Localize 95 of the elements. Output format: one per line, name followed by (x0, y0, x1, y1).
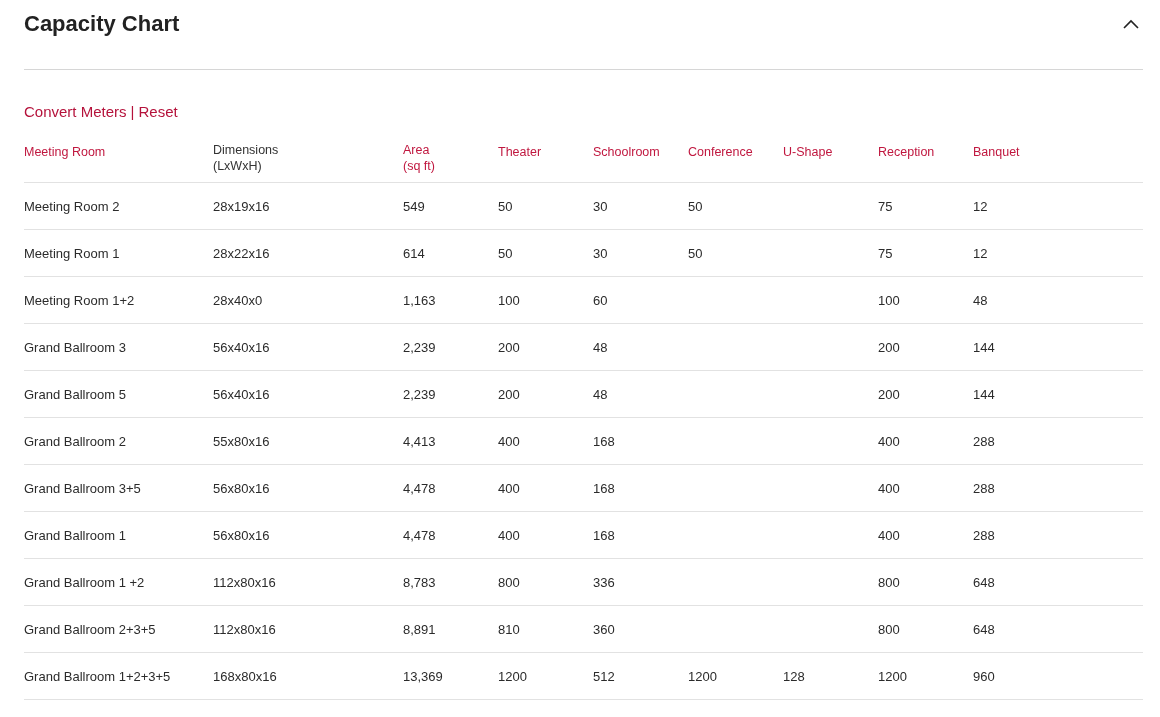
table-cell: 168x80x16 (213, 668, 277, 684)
table-cell: 28x40x0 (213, 292, 263, 308)
table-cell: 12 (973, 198, 988, 214)
table-cell: 60 (593, 292, 608, 308)
table-cell: 48 (593, 386, 608, 402)
table-cell: Meeting Room 2 (24, 198, 120, 214)
link-separator: | (130, 103, 135, 120)
table-cell: 100 (498, 292, 520, 308)
table-cell: 200 (498, 339, 520, 355)
table-cell: 200 (878, 339, 900, 355)
column-header[interactable]: Area (sq ft) (403, 142, 435, 174)
column-header[interactable]: U-Shape (783, 144, 833, 160)
column-header[interactable]: Reception (878, 144, 935, 160)
table-cell: 400 (878, 480, 900, 496)
table-cell: Grand Ballroom 2+3+5 (24, 621, 156, 637)
table-cell: 360 (593, 621, 615, 637)
table-cell: 75 (878, 198, 893, 214)
table-cell: 168 (593, 480, 615, 496)
table-cell: 2,239 (403, 386, 436, 402)
table-cell: 512 (593, 668, 615, 684)
table-cell: 128 (783, 668, 805, 684)
table-cell: 1,163 (403, 292, 436, 308)
table-cell: 4,413 (403, 433, 436, 449)
table-cell: Grand Ballroom 2 (24, 433, 126, 449)
table-cell: 1200 (688, 668, 717, 684)
table-cell: 1200 (878, 668, 907, 684)
table-cell: 200 (878, 386, 900, 402)
table-cell: 30 (593, 198, 608, 214)
table-cell: 168 (593, 433, 615, 449)
table-cell: Grand Ballroom 3+5 (24, 480, 141, 496)
table-cell: 48 (593, 339, 608, 355)
table-cell: 400 (498, 433, 520, 449)
table-cell: Grand Ballroom 1 (24, 527, 126, 543)
table-cell: 960 (973, 668, 995, 684)
table-cell: 810 (498, 621, 520, 637)
table-cell: 100 (878, 292, 900, 308)
table-cell: 800 (878, 621, 900, 637)
table-cell: Grand Ballroom 1 +2 (24, 574, 145, 590)
column-header[interactable]: Conference (688, 144, 753, 160)
table-cell: 400 (878, 527, 900, 543)
table-cell: 56x40x16 (213, 339, 270, 355)
table-cell: 144 (973, 386, 995, 402)
table-cell: 112x80x16 (213, 621, 276, 637)
table-cell: 12 (973, 245, 988, 261)
table-cell: 168 (593, 527, 615, 543)
table-cell: 648 (973, 574, 995, 590)
table-cell: 549 (403, 198, 425, 214)
table-cell: 800 (498, 574, 520, 590)
table-cell: 30 (593, 245, 608, 261)
table-cell: Grand Ballroom 3 (24, 339, 126, 355)
convert-meters-link[interactable]: Convert Meters (24, 103, 127, 120)
column-header[interactable]: Theater (498, 144, 542, 160)
table-cell: 13,369 (403, 668, 443, 684)
table-cell: 648 (973, 621, 995, 637)
table-cell: 8,783 (403, 574, 436, 590)
column-header[interactable]: Meeting Room (24, 144, 106, 160)
table-cell: 400 (878, 433, 900, 449)
table-cell: 400 (498, 527, 520, 543)
table-cell: 288 (973, 433, 995, 449)
table-cell: 56x40x16 (213, 386, 270, 402)
section-title: Capacity Chart (24, 11, 180, 37)
table-cell: 800 (878, 574, 900, 590)
table-cell: 4,478 (403, 480, 436, 496)
column-header[interactable]: Banquet (973, 144, 1020, 160)
table-cell: Meeting Room 1 (24, 245, 120, 261)
table-cell: 4,478 (403, 527, 436, 543)
table-cell: 8,891 (403, 621, 436, 637)
collapse-chevron-icon[interactable] (1123, 19, 1139, 29)
table-cell: 288 (973, 527, 995, 543)
table-cell: 50 (498, 245, 513, 261)
column-header[interactable]: Schoolroom (593, 144, 660, 160)
table-cell: 48 (973, 292, 988, 308)
table-cell: 200 (498, 386, 520, 402)
table-cell: Meeting Room 1+2 (24, 292, 135, 308)
table-cell: 28x19x16 (213, 198, 270, 214)
table-cell: 144 (973, 339, 995, 355)
table-cell: 112x80x16 (213, 574, 276, 590)
table-cell: 50 (688, 198, 703, 214)
table-cell: Grand Ballroom 1+2+3+5 (24, 668, 171, 684)
table-cell: 28x22x16 (213, 245, 270, 261)
table-cell: 50 (498, 198, 513, 214)
table-cell: 50 (688, 245, 703, 261)
table-cell: 400 (498, 480, 520, 496)
table-cell: 288 (973, 480, 995, 496)
table-cell: 2,239 (403, 339, 436, 355)
table-cell: 56x80x16 (213, 480, 270, 496)
column-header: Dimensions (LxWxH) (213, 142, 279, 174)
table-cell: Grand Ballroom 5 (24, 386, 126, 402)
table-cell: 55x80x16 (213, 433, 270, 449)
table-cell: 75 (878, 245, 893, 261)
table-cell: 1200 (498, 668, 527, 684)
table-cell: 56x80x16 (213, 527, 270, 543)
table-cell: 336 (593, 574, 615, 590)
table-cell: 614 (403, 245, 425, 261)
reset-link[interactable]: Reset (138, 103, 178, 120)
